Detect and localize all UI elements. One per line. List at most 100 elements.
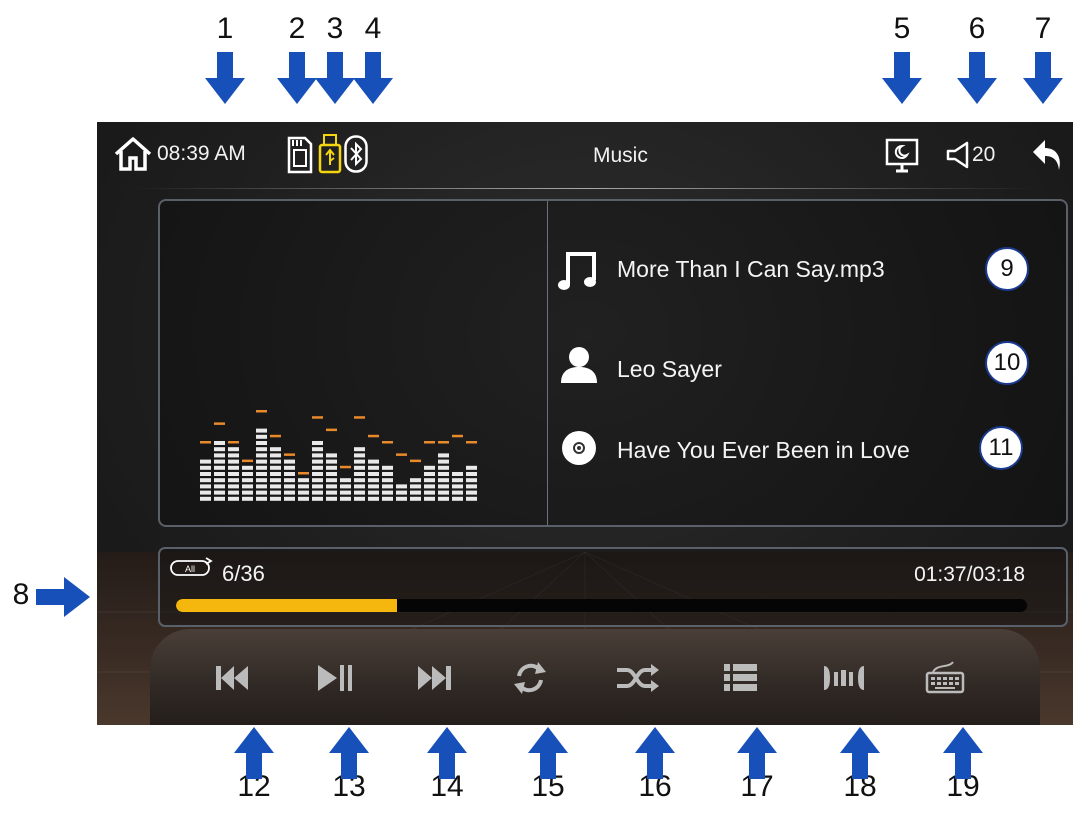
eq-segment: [424, 472, 435, 476]
eq-segment: [284, 496, 295, 501]
shuffle-icon[interactable]: [607, 654, 667, 702]
eq-segment: [354, 478, 365, 483]
home-icon[interactable]: [113, 136, 153, 172]
eq-peak: [256, 410, 267, 413]
arrow-down-icon: [315, 52, 355, 104]
eq-segment: [452, 496, 463, 501]
eq-segment: [298, 478, 309, 483]
progress-panel: All 6/36 01:37/03:18: [158, 547, 1068, 627]
eq-segment: [368, 478, 379, 483]
eq-segment: [270, 490, 281, 495]
keyboard-icon[interactable]: [915, 654, 975, 702]
eq-segment: [438, 478, 449, 483]
eq-peak: [242, 459, 253, 463]
eq-segment: [410, 490, 421, 495]
eq-segment: [214, 447, 225, 452]
eq-segment: [200, 459, 211, 464]
eq-segment: [200, 484, 211, 489]
eq-segment: [312, 490, 323, 495]
eq-segment: [270, 459, 281, 464]
eq-segment: [284, 484, 295, 489]
eq-segment: [452, 490, 463, 495]
eq-segment: [466, 465, 477, 470]
eq-peak: [382, 441, 393, 444]
eq-segment: [368, 484, 379, 489]
eq-segment: [382, 465, 393, 470]
annotation-7: 7: [1034, 12, 1052, 45]
eq-segment: [326, 496, 337, 501]
eq-segment: [354, 490, 365, 495]
eq-segment: [270, 465, 281, 470]
eq-segment: [438, 496, 449, 501]
eq-segment: [424, 496, 435, 501]
play-pause-icon[interactable]: [304, 654, 364, 702]
back-icon[interactable]: [1031, 138, 1063, 172]
playlist-icon[interactable]: [710, 654, 770, 702]
eq-segment: [438, 472, 449, 476]
eq-peak: [200, 441, 211, 444]
eq-segment: [396, 490, 407, 495]
eq-segment: [256, 434, 267, 439]
repeat-icon[interactable]: [500, 654, 560, 702]
eq-peak: [326, 428, 337, 432]
eq-segment: [410, 484, 421, 489]
eq-segment: [256, 484, 267, 489]
volume-icon[interactable]: [945, 140, 971, 170]
eq-segment: [242, 490, 253, 495]
eq-segment: [242, 478, 253, 483]
eq-segment: [214, 441, 225, 445]
eq-segment: [312, 478, 323, 483]
eq-segment: [200, 472, 211, 476]
progress-bar[interactable]: [176, 599, 1027, 612]
status-bar: 08:39 AM Music 20: [97, 122, 1073, 188]
track-info-panel: More Than I Can Say.mp3 9 Leo Sayer 10 H…: [158, 199, 1068, 527]
eq-segment: [228, 453, 239, 458]
eq-segment: [228, 465, 239, 470]
clock-time: 08:39 AM: [157, 142, 246, 165]
eq-peak: [368, 434, 379, 438]
artist-icon: [561, 347, 597, 383]
eq-segment: [312, 453, 323, 458]
eq-segment: [256, 478, 267, 483]
eq-segment: [466, 478, 477, 483]
music-note-icon: [558, 252, 596, 290]
eq-segment: [298, 484, 309, 489]
repeat-all-icon[interactable]: All: [168, 557, 214, 579]
eq-segment: [438, 490, 449, 495]
eq-segment: [256, 496, 267, 501]
volume-level: 20: [972, 143, 996, 166]
eq-segment: [312, 496, 323, 501]
arrow-up-icon: [840, 727, 880, 779]
repeat-mode-label: All: [185, 564, 195, 574]
sd-card-icon: [287, 136, 313, 174]
arrow-up-icon: [737, 727, 777, 779]
track-time: 01:37/03:18: [914, 563, 1025, 586]
eq-segment: [382, 496, 393, 501]
eq-segment: [242, 465, 253, 470]
eq-segment: [354, 447, 365, 452]
eq-segment: [270, 453, 281, 458]
eq-segment: [452, 484, 463, 489]
eq-peak: [284, 453, 295, 456]
arrow-down-icon: [882, 52, 922, 104]
eq-segment: [466, 472, 477, 476]
equalizer-visualizer: [200, 410, 477, 501]
eq-segment: [382, 478, 393, 483]
eq-segment: [340, 496, 351, 501]
eq-segment: [270, 478, 281, 483]
eq-segment: [270, 447, 281, 452]
eq-segment: [214, 496, 225, 501]
arrow-down-icon: [957, 52, 997, 104]
equalizer-icon[interactable]: [814, 654, 874, 702]
badge-11: 11: [979, 426, 1023, 470]
eq-segment: [256, 472, 267, 476]
eq-segment: [466, 496, 477, 501]
eq-segment: [256, 465, 267, 470]
eq-peak: [298, 472, 309, 475]
display-mode-icon[interactable]: [885, 138, 919, 174]
previous-track-icon[interactable]: [204, 654, 264, 702]
next-track-icon[interactable]: [404, 654, 464, 702]
eq-segment: [214, 484, 225, 489]
eq-segment: [242, 484, 253, 489]
eq-segment: [438, 484, 449, 489]
